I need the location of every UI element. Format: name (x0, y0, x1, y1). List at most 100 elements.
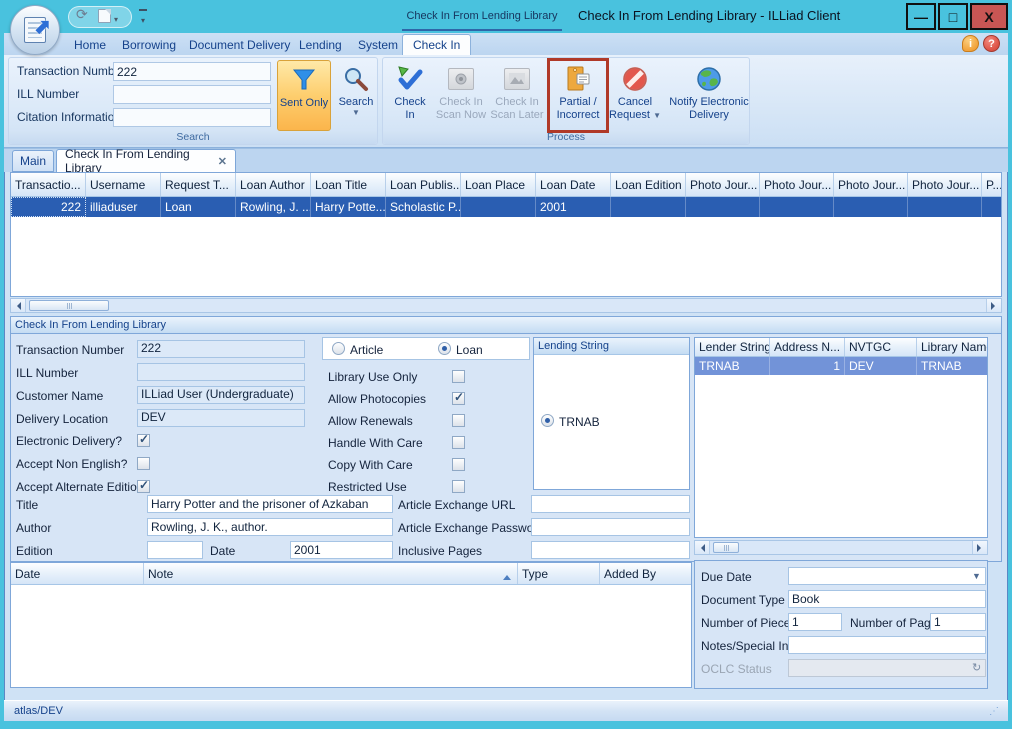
check-in-button[interactable]: Check In (387, 60, 433, 131)
document-type-input[interactable] (788, 590, 986, 608)
scroll-left-icon[interactable] (11, 299, 26, 312)
column-header-username[interactable]: Username (86, 173, 161, 196)
allow-photocopies-checkbox[interactable] (452, 392, 465, 405)
number-of-pieces-input[interactable] (788, 613, 842, 631)
ribbon-tab-borrowing[interactable]: Borrowing (112, 34, 186, 55)
column-header-transaction[interactable]: Transactio... (11, 173, 86, 196)
number-of-pages-input[interactable] (930, 613, 986, 631)
search-button[interactable]: Search ▼ (335, 60, 377, 131)
column-header-photo-journal-4[interactable]: Photo Jour... (908, 173, 982, 196)
column-header-loan-author[interactable]: Loan Author (236, 173, 311, 196)
customize-toolbar-icon[interactable]: ▾ (138, 9, 148, 26)
scroll-right-icon[interactable] (986, 299, 1001, 312)
customer-name-field[interactable]: ILLiad User (Undergraduate) (137, 386, 305, 404)
column-header-library-name[interactable]: Library Name (917, 338, 987, 356)
results-row-selected[interactable]: 222 illiaduser Loan Rowling, J. ... Harr… (11, 197, 1001, 217)
help-icon[interactable]: ? (983, 35, 1000, 52)
ribbon-tab-lending[interactable]: Lending (289, 34, 352, 55)
oclc-refresh-icon[interactable]: ↻ (972, 661, 981, 674)
allow-renewals-label: Allow Renewals (328, 414, 413, 428)
due-date-dropdown[interactable] (788, 567, 986, 585)
column-header-photo-journal-1[interactable]: Photo Jour... (686, 173, 760, 196)
ribbon-tab-borrowing-label: Borrowing (122, 38, 176, 52)
restricted-use-checkbox[interactable] (452, 480, 465, 493)
column-header-loan-date[interactable]: Loan Date (536, 173, 611, 196)
transaction-number-input[interactable] (113, 62, 271, 81)
library-use-only-label: Library Use Only (328, 370, 417, 384)
maximize-button[interactable]: □ (938, 3, 968, 30)
column-header-request-type[interactable]: Request T... (161, 173, 236, 196)
ribbon-tab-document-delivery[interactable]: Document Delivery (179, 34, 300, 55)
title-input[interactable] (147, 495, 393, 513)
allow-renewals-checkbox[interactable] (452, 414, 465, 427)
column-header-type[interactable]: Type (518, 563, 600, 584)
ribbon-tab-home[interactable]: Home (64, 34, 116, 55)
ribbon-tab-check-in[interactable]: Check In (402, 34, 471, 55)
citation-information-input[interactable] (113, 108, 271, 127)
column-header-added-by[interactable]: Added By (600, 563, 691, 584)
lender-scroll-thumb[interactable] (713, 542, 739, 553)
detail-transaction-number-field[interactable]: 222 (137, 340, 305, 358)
copy-with-care-checkbox[interactable] (452, 458, 465, 471)
lender-horizontal-scrollbar[interactable] (694, 540, 988, 555)
new-document-icon[interactable] (98, 9, 111, 23)
due-date-dropdown-icon[interactable]: ▼ (972, 571, 981, 581)
info-icon[interactable]: i (962, 35, 979, 52)
library-use-only-checkbox[interactable] (452, 370, 465, 383)
inclusive-pages-input[interactable] (531, 541, 690, 559)
edition-label: Edition (16, 544, 53, 558)
sent-only-button[interactable]: Sent Only (277, 60, 331, 131)
accept-non-english-checkbox[interactable] (137, 457, 150, 470)
cancel-request-button[interactable]: Cancel Request ▼ (609, 60, 661, 131)
check-in-scan-later-button[interactable]: Check In Scan Later (489, 60, 545, 131)
lender-row-selected[interactable]: TRNAB 1 DEV TRNAB (695, 357, 987, 375)
lender-scroll-right-icon[interactable] (972, 541, 987, 554)
results-horizontal-scrollbar[interactable] (10, 298, 1002, 313)
check-in-scan-now-button[interactable]: Check In Scan Now (435, 60, 487, 131)
new-document-dropdown-icon[interactable]: ▾ (114, 13, 118, 27)
accept-alternate-edition-checkbox[interactable] (137, 480, 150, 493)
lender-grid-header: Lender String Address N... NVTGC Library… (695, 338, 987, 357)
cell-loan-author: Rowling, J. ... (236, 197, 311, 217)
article-radio[interactable] (332, 342, 345, 355)
column-header-partial[interactable]: P... (982, 173, 1001, 196)
column-header-loan-publisher[interactable]: Loan Publis... (386, 173, 461, 196)
lender-scroll-left-icon[interactable] (695, 541, 710, 554)
notify-electronic-delivery-button[interactable]: Notify Electronic Delivery (671, 60, 747, 131)
tab-check-in-from-lending-library[interactable]: Check In From Lending Library ✕ (56, 149, 236, 172)
column-header-note[interactable]: Note (144, 563, 518, 584)
edition-input[interactable] (147, 541, 203, 559)
column-header-photo-journal-2[interactable]: Photo Jour... (760, 173, 834, 196)
column-header-nvtgc[interactable]: NVTGC (845, 338, 917, 356)
date-input[interactable] (290, 541, 393, 559)
delivery-location-field[interactable]: DEV (137, 409, 305, 427)
column-header-loan-place[interactable]: Loan Place (461, 173, 536, 196)
column-header-address-number[interactable]: Address N... (770, 338, 845, 356)
lending-string-trnab-radio[interactable] (541, 414, 554, 427)
close-button[interactable]: X (970, 3, 1008, 30)
column-header-date[interactable]: Date (11, 563, 144, 584)
column-header-loan-edition[interactable]: Loan Edition (611, 173, 686, 196)
partial-incorrect-button[interactable]: Partial / Incorrect (551, 60, 605, 131)
handle-with-care-checkbox[interactable] (452, 436, 465, 449)
article-exchange-url-input[interactable] (531, 495, 690, 513)
refresh-icon[interactable]: ⟳ (76, 7, 88, 21)
column-header-loan-title[interactable]: Loan Title (311, 173, 386, 196)
loan-radio[interactable] (438, 342, 451, 355)
electronic-delivery-checkbox[interactable] (137, 434, 150, 447)
column-header-photo-journal-3[interactable]: Photo Jour... (834, 173, 908, 196)
notes-special-instructions-input[interactable] (788, 636, 986, 654)
resize-grip-icon[interactable]: ⋰ (989, 706, 998, 717)
author-input[interactable] (147, 518, 393, 536)
ill-number-input[interactable] (113, 85, 271, 104)
detail-ill-number-field[interactable] (137, 363, 305, 381)
application-button[interactable]: ⬈ (10, 5, 60, 55)
article-exchange-password-input[interactable] (531, 518, 690, 536)
tab-close-icon[interactable]: ✕ (218, 155, 227, 168)
scroll-thumb[interactable] (29, 300, 109, 311)
column-header-lender-string[interactable]: Lender String (695, 338, 770, 356)
minimize-button[interactable]: — (906, 3, 936, 30)
tab-main[interactable]: Main (12, 150, 54, 172)
titlebar-context-tab[interactable]: Check In From Lending Library (402, 2, 562, 31)
ribbon-tab-system[interactable]: System (348, 34, 408, 55)
